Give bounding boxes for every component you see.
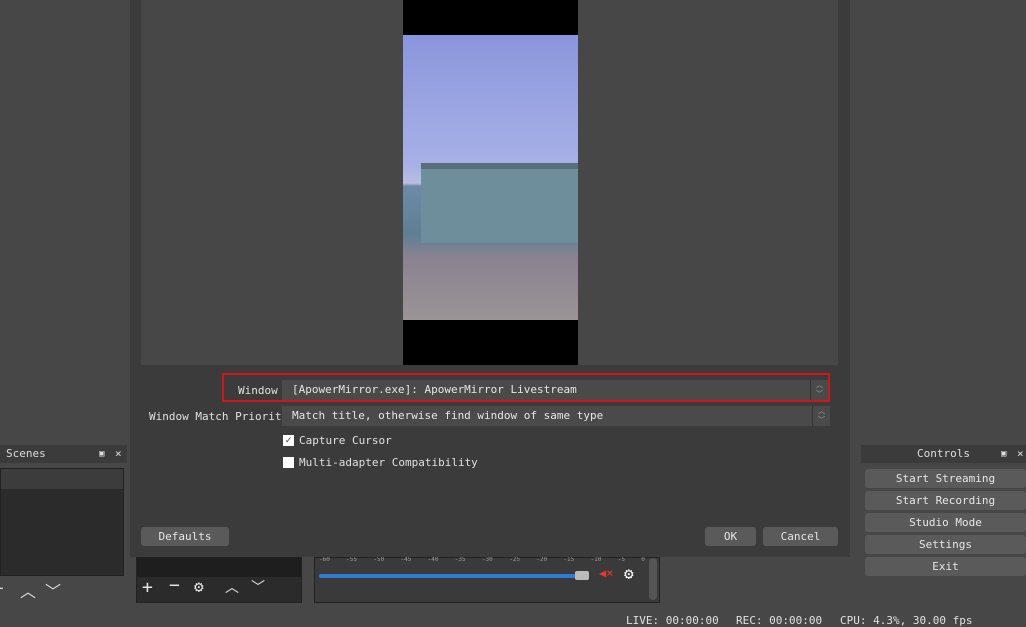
multi-adapter-checkbox[interactable]: Multi-adapter Compatibility: [283, 456, 478, 469]
window-label: Window: [238, 384, 278, 397]
meter-tick: -15: [563, 556, 575, 563]
meter-tick: -5: [617, 556, 625, 563]
meter-tick: -60: [319, 556, 330, 563]
defaults-button[interactable]: Defaults: [141, 527, 229, 546]
multi-adapter-label: Multi-adapter Compatibility: [299, 456, 478, 469]
meter-tick: -35: [454, 556, 466, 563]
meter-tick: 0: [641, 556, 645, 563]
volume-handle[interactable]: [575, 571, 589, 580]
audio-mixer: -60 -55 -50 -45 -40 -35 -30 -25 -20 -15 -10 -5 0 ◀× …: [314, 556, 660, 603]
remove-scene-icon[interactable]: -: [0, 578, 6, 597]
meter-tick: -30: [481, 556, 493, 563]
train: [421, 163, 578, 243]
start-streaming-button[interactable]: Start Streaming: [865, 469, 1026, 488]
checkbox-empty-icon: [283, 457, 294, 468]
scenes-dock-title: Scenes ▣ ×: [0, 445, 127, 463]
settings-button[interactable]: Settings: [865, 535, 1026, 554]
scenes-toolbar: - ︿ ﹀: [0, 578, 124, 603]
capture-cursor-label: Capture Cursor: [299, 434, 392, 447]
mixer-scrollbar[interactable]: [649, 558, 657, 600]
source-down-icon[interactable]: ﹀: [251, 577, 265, 597]
remove-source-icon[interactable]: −: [169, 575, 180, 596]
source-preview: [141, 0, 838, 365]
float-icon[interactable]: ▣: [99, 445, 104, 463]
mixer-settings-icon[interactable]: ⚙: [624, 564, 634, 583]
controls-dock-title: Controls ▣ ×: [861, 445, 1026, 463]
preview-image: [403, 35, 578, 320]
priority-select[interactable]: Match title, otherwise find window of sa…: [282, 406, 830, 426]
float-icon[interactable]: ▣: [1001, 445, 1006, 463]
move-up-icon[interactable]: ︿: [20, 578, 36, 602]
scenes-title: Scenes: [6, 447, 46, 460]
window-value: [ApowerMirror.exe]: ApowerMirror Livestr…: [292, 383, 577, 396]
close-icon[interactable]: ×: [115, 445, 122, 463]
spin-arrows-icon[interactable]: ︿ ﹀: [810, 380, 828, 400]
add-source-icon[interactable]: +: [142, 577, 153, 598]
window-select[interactable]: [ApowerMirror.exe]: ApowerMirror Livestr…: [282, 380, 828, 400]
close-icon[interactable]: ×: [1017, 445, 1024, 463]
priority-label: Window Match Priority: [149, 410, 289, 423]
meter-tick: -50: [373, 556, 385, 563]
cancel-button[interactable]: Cancel: [763, 527, 838, 546]
sources-list[interactable]: + − ⚙ ︿ ﹀: [136, 557, 302, 603]
source-settings-icon[interactable]: ⚙: [194, 577, 204, 596]
move-down-icon[interactable]: ﹀: [45, 578, 61, 602]
live-status: LIVE: 00:00:00: [626, 614, 719, 627]
meter-tick: -20: [536, 556, 548, 563]
meter-tick: -10: [590, 556, 602, 563]
capture-cursor-checkbox[interactable]: ✓ Capture Cursor: [283, 434, 392, 447]
meter-ticks: -60 -55 -50 -45 -40 -35 -30 -25 -20 -15 -10 -5 0: [319, 556, 645, 563]
scenes-list[interactable]: [0, 468, 124, 576]
source-up-icon[interactable]: ︿: [225, 577, 239, 597]
priority-value: Match title, otherwise find window of sa…: [292, 409, 604, 422]
volume-slider[interactable]: [319, 574, 585, 578]
meter-tick: -40: [427, 556, 439, 563]
meter-tick: -55: [346, 556, 357, 563]
cpu-status: CPU: 4.3%, 30.00 fps: [840, 614, 973, 627]
muted-speaker-icon[interactable]: ◀×: [599, 566, 613, 580]
start-recording-button[interactable]: Start Recording: [865, 491, 1026, 510]
ok-button[interactable]: OK: [705, 527, 756, 546]
studio-mode-button[interactable]: Studio Mode: [865, 513, 1026, 532]
rec-status: REC: 00:00:00: [736, 614, 823, 627]
meter-tick: -45: [400, 556, 412, 563]
preview-frame: [403, 0, 578, 365]
checkbox-checked-icon: ✓: [283, 435, 294, 446]
properties-dialog: Window [ApowerMirror.exe]: ApowerMirror …: [130, 0, 850, 557]
spin-arrows-icon[interactable]: ︿ ﹀: [812, 406, 830, 426]
exit-button[interactable]: Exit: [865, 557, 1026, 576]
controls-title: Controls: [917, 447, 970, 460]
meter-tick: -25: [509, 556, 520, 563]
